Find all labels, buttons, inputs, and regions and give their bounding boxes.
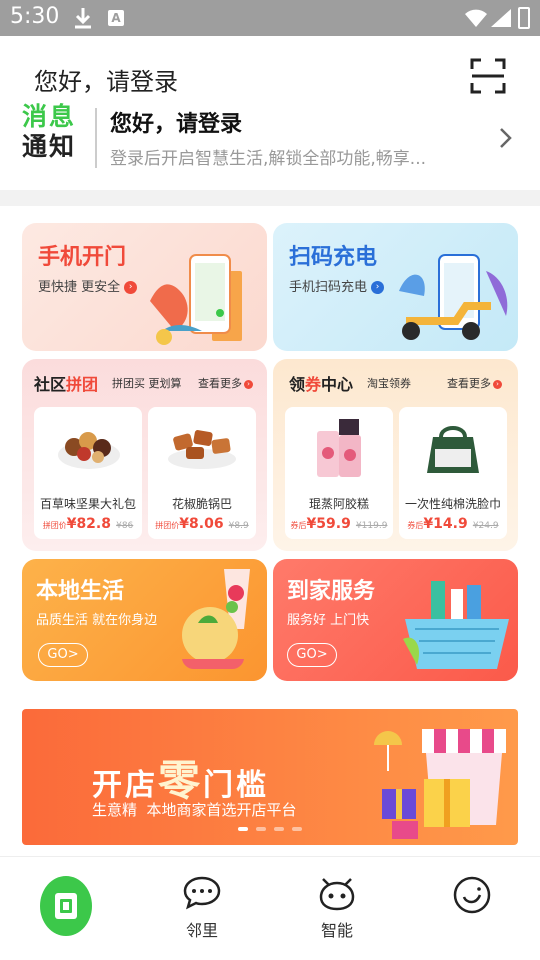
bottom-tab-bar: 邻里 智能 <box>0 856 540 960</box>
wifi-icon <box>465 9 487 27</box>
tab-neighbors[interactable]: 邻里 <box>152 875 252 941</box>
logo-line-1: 消息 <box>22 102 77 131</box>
phone-door-illustration <box>150 254 242 345</box>
phone-door-card[interactable]: 手机开门 更快捷 更安全 › <box>22 223 267 351</box>
home-service-card[interactable]: 到家服务 服务好 上门快 GO> <box>273 559 518 681</box>
carousel-indicator <box>238 827 302 831</box>
product-name: 花椒脆锅巴 <box>171 497 232 511</box>
tab-label: 邻里 <box>185 921 218 940</box>
card-subtitle: 品质生活 就在你身边 <box>36 613 158 628</box>
divider <box>95 108 97 168</box>
go-button[interactable]: GO> <box>38 643 88 667</box>
tab-smart[interactable]: 智能 <box>287 875 387 941</box>
tab-profile[interactable] <box>422 875 522 915</box>
product-name: 琨蒸阿胶糕 <box>308 497 369 511</box>
status-time: 5:30 <box>10 4 60 29</box>
coupon-center-card[interactable]: 领券中心 淘宝领券 查看更多 › 琨蒸阿胶糕 券后¥59.9 ¥119.9 一次性… <box>273 359 518 551</box>
notice-subtitle[interactable]: 登录后开启智慧生活,解锁全部功能,畅享... <box>110 144 426 169</box>
scooter-charge-illustration <box>399 254 508 340</box>
open-store-banner[interactable]: 开店零门槛 生意精 本地商家首选开店平台 <box>22 709 518 845</box>
logo-line-2: 通知 <box>22 132 77 161</box>
product-card[interactable]: 花椒脆锅巴 拼团价¥8.06 ¥8.9 <box>148 407 256 539</box>
battery-icon <box>518 7 530 29</box>
product-price: 拼团价¥82.8 ¥86 <box>42 516 134 532</box>
product-card[interactable]: 一次性纯棉洗脸巾 券后¥14.9 ¥24.9 <box>399 407 507 539</box>
local-life-card[interactable]: 本地生活 品质生活 就在你身边 GO> <box>22 559 267 681</box>
card-subtitle: 服务好 上门快 <box>287 613 370 628</box>
banner-subtitle: 生意精 本地商家首选开店平台 <box>92 801 297 819</box>
notification-icon: A <box>108 10 124 26</box>
group-buy-card[interactable]: 社区拼团 拼团买 更划算 查看更多 › 百草味坚果大礼包 拼团价¥82.8 ¥86… <box>22 359 267 551</box>
arrow-icon: › <box>493 379 502 389</box>
crispy-rice-image <box>168 430 236 469</box>
card-subtitle: 手机扫码充电 › <box>289 276 385 295</box>
login-greeting[interactable]: 您好，请登录 <box>34 62 178 97</box>
notice-title[interactable]: 您好，请登录 <box>110 106 242 138</box>
status-bar: 5:30 A <box>0 0 540 36</box>
card-title: 手机开门 <box>38 245 127 270</box>
product-card[interactable]: 琨蒸阿胶糕 券后¥59.9 ¥119.9 <box>285 407 393 539</box>
gift-store-illustration <box>374 729 506 839</box>
signal-icon <box>491 9 511 27</box>
arrow-icon: › <box>244 379 253 389</box>
product-price: 券后¥14.9 ¥24.9 <box>407 516 499 532</box>
message-notice-logo: 消息 通知 <box>22 102 82 168</box>
card-title: 本地生活 <box>36 579 125 604</box>
smiley-icon <box>453 876 491 914</box>
product-price: 拼团价¥8.06 ¥8.9 <box>155 516 249 532</box>
robot-icon <box>319 878 355 911</box>
coupon-title: 领券中心 <box>289 375 354 394</box>
scan-charge-card[interactable]: 扫码充电 手机扫码充电 › <box>273 223 518 351</box>
product-price: 券后¥59.9 ¥119.9 <box>290 516 388 532</box>
home-icon <box>40 876 92 936</box>
chevron-right-icon[interactable] <box>498 126 514 150</box>
tab-label: 智能 <box>320 921 353 940</box>
face-towel-image <box>427 426 479 473</box>
nuts-image <box>58 432 120 469</box>
chat-bubble-icon <box>183 876 221 910</box>
ejiao-cake-image <box>317 419 361 477</box>
go-button[interactable]: GO> <box>287 643 337 667</box>
card-title: 扫码充电 <box>289 245 378 270</box>
product-card[interactable]: 百草味坚果大礼包 拼团价¥82.8 ¥86 <box>34 407 142 539</box>
product-name: 一次性纯棉洗脸巾 <box>404 497 501 511</box>
tab-home[interactable] <box>16 875 116 937</box>
coupon-more-link[interactable]: 查看更多 › <box>447 375 502 391</box>
card-title: 到家服务 <box>287 579 376 604</box>
fruit-drink-illustration <box>182 569 250 670</box>
group-buy-title: 社区拼团 <box>34 375 99 394</box>
download-icon <box>75 8 91 29</box>
group-buy-more-link[interactable]: 查看更多 › <box>198 375 253 391</box>
coupon-slogan: 淘宝领券 <box>367 377 411 390</box>
cleaning-basket-illustration <box>403 581 509 669</box>
arrow-icon: › <box>124 281 138 294</box>
group-buy-slogan: 拼团买 更划算 <box>112 377 182 390</box>
scan-icon[interactable] <box>470 58 506 94</box>
product-name: 百草味坚果大礼包 <box>39 497 136 511</box>
arrow-icon: › <box>371 281 385 294</box>
header: 您好，请登录 消息 通知 您好，请登录 登录后开启智慧生活,解锁全部功能,畅享.… <box>0 36 540 190</box>
card-subtitle: 更快捷 更安全 › <box>38 276 138 295</box>
